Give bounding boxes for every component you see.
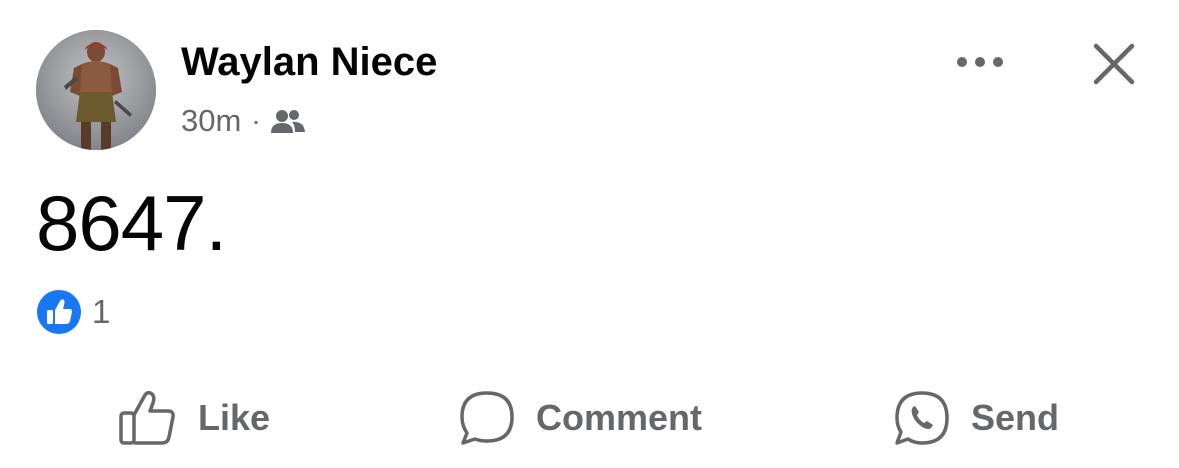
- avatar[interactable]: [36, 30, 156, 150]
- action-bar: Like Comment Send: [0, 380, 1179, 456]
- post-time[interactable]: 30m: [181, 103, 241, 139]
- post-meta: 30m ·: [181, 101, 306, 141]
- like-reaction-icon: [37, 290, 81, 334]
- more-options-button[interactable]: [948, 40, 1012, 84]
- reaction-count: 1: [92, 293, 111, 330]
- meta-separator: ·: [251, 105, 261, 136]
- send-button[interactable]: Send: [893, 380, 1059, 456]
- close-icon: [1093, 43, 1135, 85]
- comment-bubble-icon: [460, 391, 514, 445]
- like-label: Like: [198, 397, 271, 438]
- close-button[interactable]: [1082, 32, 1146, 96]
- avatar-image: [36, 30, 156, 150]
- whatsapp-icon: [895, 391, 949, 445]
- send-label: Send: [971, 397, 1060, 438]
- comment-button[interactable]: Comment: [458, 380, 702, 456]
- thumbs-up-icon: [119, 390, 175, 445]
- post-card: Waylan Niece 30m · 8647. 1 Like Comment …: [0, 0, 1179, 468]
- reactions-summary[interactable]: 1: [36, 288, 110, 336]
- post-text: 8647.: [36, 179, 227, 267]
- comment-label: Comment: [536, 397, 703, 438]
- like-button[interactable]: Like: [118, 380, 270, 456]
- author-name[interactable]: Waylan Niece: [181, 40, 437, 85]
- friends-icon[interactable]: [270, 108, 306, 134]
- more-options-icon: [957, 57, 1003, 67]
